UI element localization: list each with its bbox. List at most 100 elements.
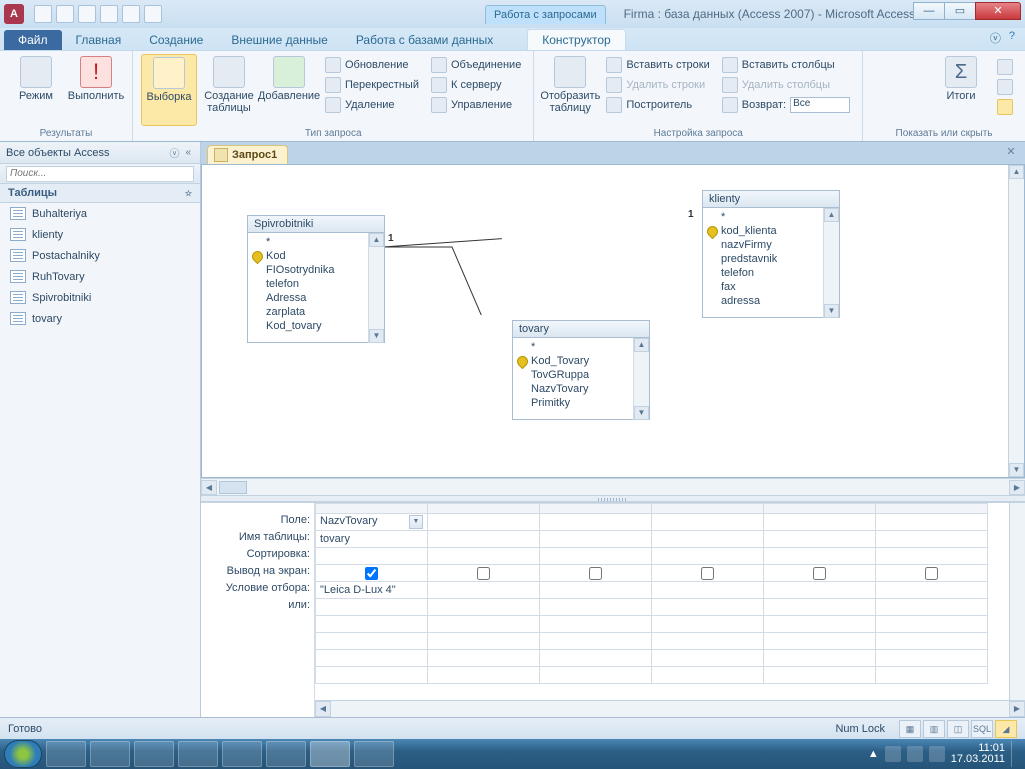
system-tray[interactable]: ▲ 11:0117.03.2011 [868,739,1019,769]
insertrows-button[interactable]: Вставить строки [602,56,713,74]
tab-home[interactable]: Главная [62,30,136,50]
propsheet-button[interactable] [993,78,1017,96]
return-combo[interactable]: Все [790,97,850,113]
view-button[interactable]: Режим [8,54,64,126]
crosstab-button[interactable]: Перекрестный [321,76,423,94]
collapse-group-icon[interactable]: ☆ [185,189,192,198]
insertcols-button[interactable]: Вставить столбцы [718,56,854,74]
builder-button[interactable]: Построитель [602,96,713,114]
taskbar-wmp-icon[interactable] [134,741,174,767]
scroll-left-icon[interactable]: ◀ [315,701,331,717]
nav-item[interactable]: klienty [0,224,200,245]
taskbar-paint-icon[interactable] [354,741,394,767]
file-tab[interactable]: Файл [4,30,62,50]
scroll-up-icon[interactable]: ▲ [369,233,384,247]
view-datasheet-icon[interactable]: ▦ [899,720,921,738]
nav-item[interactable]: Postachalniky [0,245,200,266]
return-control[interactable]: Возврат: Все [718,96,854,114]
qbe-show-checkbox[interactable] [477,567,490,580]
table-title[interactable]: klienty [703,191,839,208]
tray-flag-icon[interactable] [885,746,901,762]
navgroup-tables[interactable]: Таблицы☆ [0,184,200,203]
field-item[interactable]: kod_klienta [719,224,835,238]
showtable-button[interactable]: Отобразить таблицу [542,54,598,126]
table-title[interactable]: Spivrobitniki [248,216,384,233]
navpane-collapse-icon[interactable]: « [182,147,194,158]
minimize-button[interactable]: — [913,2,945,20]
run-button[interactable]: !Выполнить [68,54,124,126]
tray-volume-icon[interactable] [929,746,945,762]
qbe-scrollbar-h[interactable]: ◀ ▶ [315,700,1025,717]
scroll-down-icon[interactable]: ▼ [824,304,839,318]
view-design-icon[interactable]: ◢ [995,720,1017,738]
field-item[interactable]: TovGRuppa [529,368,645,382]
passthrough-button[interactable]: К серверу [427,76,525,94]
qat-dropdown-icon[interactable] [144,5,162,23]
maximize-button[interactable]: ▭ [944,2,976,20]
maketable-button[interactable]: Создание таблицы [201,54,257,126]
tab-dbtools[interactable]: Работа с базами данных [342,30,507,50]
qbe-show-checkbox[interactable] [365,567,378,580]
qbe-show-checkbox[interactable] [701,567,714,580]
close-button[interactable]: ✕ [975,2,1021,20]
scroll-up-icon[interactable]: ▲ [824,208,839,222]
field-item[interactable]: Kod_tovary [264,319,380,333]
select-query-button[interactable]: Выборка [141,54,197,126]
field-item[interactable]: predstavnik [719,252,835,266]
document-close-button[interactable]: ✕ [1003,145,1019,161]
query-designer[interactable]: 1 1 Spivrobitniki *KodFIOsotrydnikatelef… [201,164,1025,478]
table-box-klienty[interactable]: klienty *kod_klientanazvFirmypredstavnik… [702,190,840,318]
field-star[interactable]: * [264,235,380,249]
start-button[interactable] [4,740,42,768]
taskbar-calc-icon[interactable] [266,741,306,767]
scrollbar[interactable]: ▲▼ [368,233,384,343]
table-title[interactable]: tovary [513,321,649,338]
qat-save-icon[interactable] [34,5,52,23]
update-button[interactable]: Обновление [321,56,423,74]
field-item[interactable]: Primitky [529,396,645,410]
nav-item[interactable]: Buhalteriya [0,203,200,224]
totals-button[interactable]: ΣИтоги [933,54,989,126]
scroll-down-icon[interactable]: ▼ [634,406,649,420]
field-item[interactable]: FIOsotrydnika [264,263,380,277]
field-item[interactable]: fax [719,280,835,294]
scroll-down-icon[interactable]: ▼ [369,329,384,343]
qat-btn-icon[interactable] [122,5,140,23]
deletecols-button[interactable]: Удалить столбцы [718,76,854,94]
qbe-grid[interactable]: Поле: Имя таблицы: Сортировка: Вывод на … [201,502,1025,717]
nav-item[interactable]: tovary [0,308,200,329]
scroll-up-icon[interactable]: ▲ [634,338,649,352]
scrollbar[interactable]: ▲▼ [633,338,649,420]
view-pivot-icon[interactable]: ▥ [923,720,945,738]
scroll-up-icon[interactable]: ▲ [1009,165,1024,179]
append-button[interactable]: Добавление [261,54,317,126]
datadef-button[interactable]: Управление [427,96,525,114]
taskbar-access-icon[interactable] [310,741,350,767]
deleterows-button[interactable]: Удалить строки [602,76,713,94]
navpane-dropdown-icon[interactable]: ⓥ [166,145,182,160]
table-box-tovary[interactable]: tovary *Kod_TovaryTovGRuppaNazvTovaryPri… [512,320,650,420]
qbe-table[interactable]: NazvTovary▼ tovary "Leica D-Lux 4" [315,503,988,684]
view-chart-icon[interactable]: ◫ [947,720,969,738]
navpane-header[interactable]: Все объекты Access ⓥ « [0,142,200,164]
taskbar-app2-icon[interactable] [222,741,262,767]
tray-network-icon[interactable] [907,746,923,762]
qbe-cell-criteria[interactable]: "Leica D-Lux 4" [316,582,428,599]
taskbar-ie-icon[interactable] [46,741,86,767]
tab-design[interactable]: Конструктор [527,29,625,50]
qbe-cell-table[interactable]: tovary [316,531,428,548]
splitter-handle[interactable] [201,495,1025,502]
scrollbar[interactable]: ▲▼ [823,208,839,318]
scroll-thumb[interactable] [219,481,247,494]
designer-hscroll[interactable]: ◀ ▶ [201,478,1025,495]
qat-undo-icon[interactable] [56,5,74,23]
field-star[interactable]: * [529,340,645,354]
scroll-right-icon[interactable]: ▶ [1009,701,1025,717]
scroll-right-icon[interactable]: ▶ [1009,480,1025,495]
tray-show-hidden-icon[interactable]: ▲ [868,748,879,760]
field-item[interactable]: telefon [719,266,835,280]
tablenames-button[interactable] [993,98,1017,116]
field-item[interactable]: NazvTovary [529,382,645,396]
navpane-search-input[interactable] [6,166,194,182]
dropdown-icon[interactable]: ▼ [409,515,423,529]
